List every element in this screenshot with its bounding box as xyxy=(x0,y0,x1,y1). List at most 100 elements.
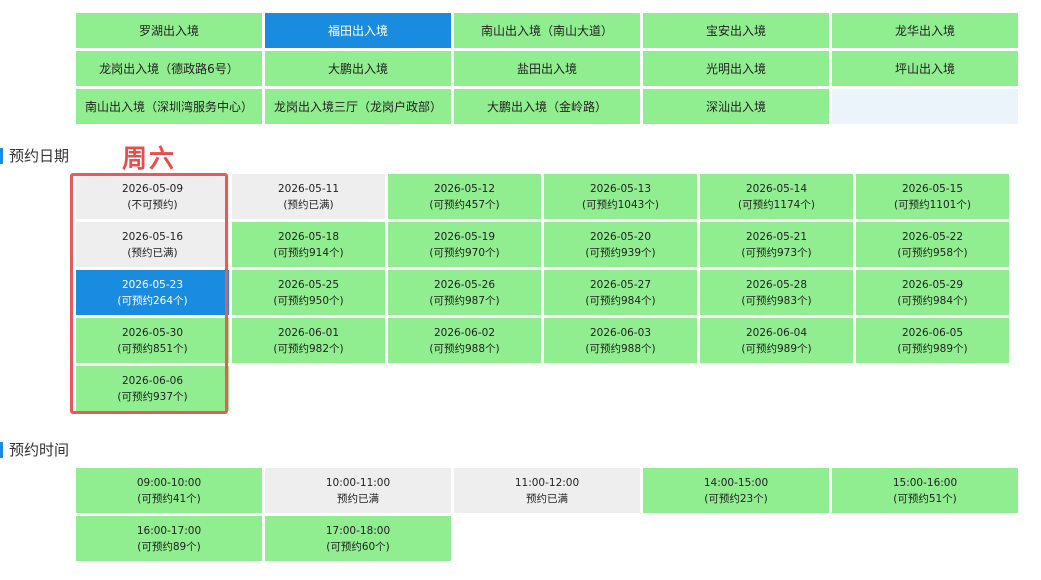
office-option[interactable]: 罗湖出入境 xyxy=(76,13,262,48)
date-availability: (可预约983个) xyxy=(741,294,812,307)
date-option[interactable]: 2026-05-12 (可预约457个) xyxy=(388,174,541,219)
date-value: 2026-06-04 xyxy=(745,326,808,339)
date-option[interactable]: 2026-05-20 (可预约939个) xyxy=(544,222,697,267)
date-value: 2026-05-09 xyxy=(121,182,184,195)
office-option[interactable]: 盐田出入境 xyxy=(454,51,640,86)
date-option[interactable]: 2026-06-05 (可预约989个) xyxy=(856,318,1009,363)
date-availability: (可预约939个) xyxy=(585,246,656,259)
time-slot[interactable]: 14:00-15:00 (可预约23个) xyxy=(643,468,829,513)
office-option[interactable]: 龙华出入境 xyxy=(832,13,1018,48)
office-option[interactable]: 福田出入境 xyxy=(265,13,451,48)
date-option[interactable]: 2026-06-01 (可预约982个) xyxy=(232,318,385,363)
date-option[interactable]: 2026-05-23 (可预约264个) xyxy=(76,270,229,315)
date-value: 2026-05-13 xyxy=(589,182,652,195)
time-availability: (可预约89个) xyxy=(137,540,201,553)
time-slot[interactable]: 17:00-18:00 (可预约60个) xyxy=(265,516,451,561)
date-value: 2026-05-30 xyxy=(121,326,184,339)
office-option[interactable]: 大鹏出入境（金岭路） xyxy=(454,89,640,124)
office-option[interactable]: 光明出入境 xyxy=(643,51,829,86)
time-range: 16:00-17:00 xyxy=(136,524,202,537)
date-option[interactable]: 2026-05-13 (可预约1043个) xyxy=(544,174,697,219)
date-availability: (可预约937个) xyxy=(117,390,188,403)
office-option[interactable]: 大鹏出入境 xyxy=(265,51,451,86)
office-option[interactable]: 深汕出入境 xyxy=(643,89,829,124)
office-option[interactable]: 宝安出入境 xyxy=(643,13,829,48)
date-value: 2026-05-15 xyxy=(901,182,964,195)
date-option[interactable]: 2026-05-30 (可预约851个) xyxy=(76,318,229,363)
date-availability: (可预约984个) xyxy=(897,294,968,307)
date-availability: (可预约1101个) xyxy=(894,198,971,211)
date-option[interactable]: 2026-05-29 (可预约984个) xyxy=(856,270,1009,315)
time-slot[interactable]: 15:00-16:00 (可预约51个) xyxy=(832,468,1018,513)
time-availability: (可预约60个) xyxy=(326,540,390,553)
date-value: 2026-05-26 xyxy=(433,278,496,291)
date-option[interactable]: 2026-05-21 (可预约973个) xyxy=(700,222,853,267)
time-slot[interactable]: 16:00-17:00 (可预约89个) xyxy=(76,516,262,561)
office-option[interactable]: 龙岗出入境（德政路6号） xyxy=(76,51,262,86)
date-option[interactable]: 2026-06-06 (可预约937个) xyxy=(76,366,229,411)
date-availability: (可预约973个) xyxy=(741,246,812,259)
time-range: 14:00-15:00 xyxy=(703,476,769,489)
time-slot[interactable]: 09:00-10:00 (可预约41个) xyxy=(76,468,262,513)
time-availability: 预约已满 xyxy=(526,492,568,505)
date-section-label: 预约日期 xyxy=(0,148,69,164)
date-availability: (预约已满) xyxy=(127,246,178,259)
date-option[interactable]: 2026-05-09 (不可预约) xyxy=(76,174,229,219)
office-option[interactable]: 坪山出入境 xyxy=(832,51,1018,86)
time-slot[interactable]: 11:00-12:00 预约已满 xyxy=(454,468,640,513)
date-availability: (不可预约) xyxy=(127,198,178,211)
date-availability: (预约已满) xyxy=(283,198,334,211)
date-option[interactable]: 2026-05-19 (可预约970个) xyxy=(388,222,541,267)
date-value: 2026-05-23 xyxy=(121,278,184,291)
time-availability: (可预约23个) xyxy=(704,492,768,505)
date-option[interactable]: 2026-05-27 (可预约984个) xyxy=(544,270,697,315)
date-availability: (可预约987个) xyxy=(429,294,500,307)
date-option[interactable]: 2026-05-15 (可预约1101个) xyxy=(856,174,1009,219)
date-value: 2026-05-22 xyxy=(901,230,964,243)
date-value: 2026-06-02 xyxy=(433,326,496,339)
date-value: 2026-05-18 xyxy=(277,230,340,243)
date-availability: (可预约950个) xyxy=(273,294,344,307)
date-option[interactable]: 2026-05-14 (可预约1174个) xyxy=(700,174,853,219)
date-availability: (可预约457个) xyxy=(429,198,500,211)
date-value: 2026-06-03 xyxy=(589,326,652,339)
appointment-page: 罗湖出入境 福田出入境 南山出入境（南山大道） 宝安出入境 龙华出入境龙岗出入境（德政路… xyxy=(0,0,1041,580)
date-value: 2026-05-12 xyxy=(433,182,496,195)
office-grid: 罗湖出入境 福田出入境 南山出入境（南山大道） 宝安出入境 龙华出入境龙岗出入境（德政路… xyxy=(76,13,1018,124)
date-option[interactable]: 2026-05-28 (可预约983个) xyxy=(700,270,853,315)
time-section-label: 预约时间 xyxy=(0,442,69,458)
date-option[interactable]: 2026-06-04 (可预约989个) xyxy=(700,318,853,363)
date-value: 2026-05-21 xyxy=(745,230,808,243)
time-availability: 预约已满 xyxy=(337,492,379,505)
date-availability: (可预约988个) xyxy=(585,342,656,355)
time-slot[interactable]: 10:00-11:00 预约已满 xyxy=(265,468,451,513)
date-value: 2026-05-14 xyxy=(745,182,808,195)
date-availability: (可预约1174个) xyxy=(738,198,815,211)
date-option[interactable]: 2026-05-22 (可预约958个) xyxy=(856,222,1009,267)
date-option[interactable]: 2026-05-18 (可预约914个) xyxy=(232,222,385,267)
date-option[interactable]: 2026-05-16 (预约已满) xyxy=(76,222,229,267)
time-range: 15:00-16:00 xyxy=(892,476,958,489)
date-option[interactable]: 2026-06-02 (可预约988个) xyxy=(388,318,541,363)
date-availability: (可预约989个) xyxy=(897,342,968,355)
date-value: 2026-06-01 xyxy=(277,326,340,339)
date-value: 2026-05-20 xyxy=(589,230,652,243)
date-value: 2026-05-29 xyxy=(901,278,964,291)
date-option[interactable]: 2026-05-25 (可预约950个) xyxy=(232,270,385,315)
date-option[interactable]: 2026-05-26 (可预约987个) xyxy=(388,270,541,315)
date-availability: (可预约958个) xyxy=(897,246,968,259)
date-option[interactable]: 2026-05-11 (预约已满) xyxy=(232,174,385,219)
date-option[interactable]: 2026-06-03 (可预约988个) xyxy=(544,318,697,363)
office-empty-cell xyxy=(832,89,1018,124)
office-option[interactable]: 南山出入境（南山大道） xyxy=(454,13,640,48)
date-grid: 2026-05-09 (不可预约) 2026-05-11 (预约已满) 2026-05-… xyxy=(76,174,1009,411)
date-availability: (可预约851个) xyxy=(117,342,188,355)
time-range: 10:00-11:00 xyxy=(325,476,391,489)
office-option[interactable]: 龙岗出入境三厅（龙岗户政部） xyxy=(265,89,451,124)
office-option[interactable]: 南山出入境（深圳湾服务中心） xyxy=(76,89,262,124)
time-range: 11:00-12:00 xyxy=(514,476,580,489)
date-value: 2026-05-25 xyxy=(277,278,340,291)
time-grid: 09:00-10:00 (可预约41个) 10:00-11:00 预约已满 11:00-… xyxy=(76,468,1018,561)
date-value: 2026-05-28 xyxy=(745,278,808,291)
time-availability: (可预约41个) xyxy=(137,492,201,505)
